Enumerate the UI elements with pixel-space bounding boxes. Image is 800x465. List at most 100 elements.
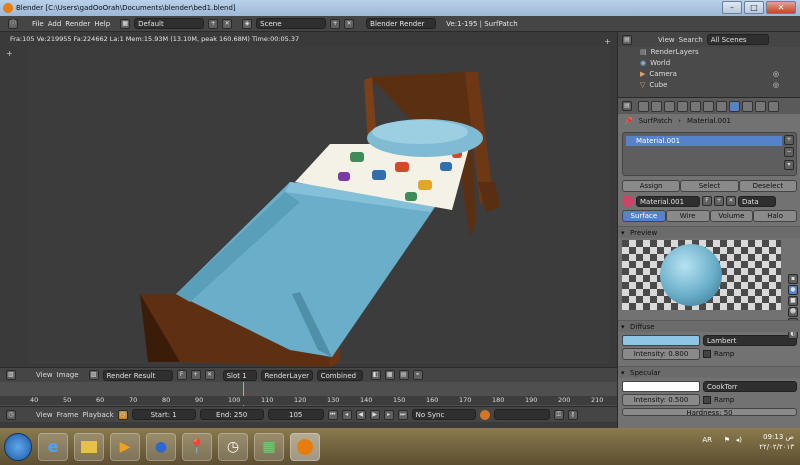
editor-type-icon[interactable]: ⓘ (8, 18, 18, 29)
play-icon[interactable]: ▶ (369, 409, 380, 420)
taskbar-messenger-icon[interactable]: ● (146, 432, 176, 461)
new-material-icon[interactable]: + (714, 196, 724, 206)
image-editor-view-menu[interactable]: View (36, 371, 53, 379)
link-data-dropdown[interactable]: Data (738, 195, 776, 207)
volume-tab[interactable]: Volume (709, 210, 754, 222)
language-indicator[interactable]: AR (702, 436, 712, 444)
render-slot-dropdown[interactable]: Slot 1 (222, 369, 257, 381)
select-button[interactable]: Select (680, 180, 739, 192)
start-button[interactable] (4, 432, 32, 461)
record-icon[interactable] (479, 409, 490, 420)
preview-panel-header[interactable]: Preview (618, 226, 800, 239)
diffuse-ramp-checkbox[interactable] (703, 350, 711, 358)
add-slot-button[interactable]: + (784, 135, 794, 145)
material-name-field[interactable]: Material.001 (636, 195, 700, 207)
play-reverse-icon[interactable]: ◀ (355, 409, 366, 420)
insert-keyframe-icon[interactable]: ⚿ (553, 409, 564, 420)
preview-flat-icon[interactable]: ▪ (788, 274, 798, 284)
remove-scene-icon[interactable]: ✕ (344, 18, 355, 29)
jump-start-icon[interactable]: ⏮ (327, 409, 338, 420)
outliner-type-icon[interactable]: ▤ (622, 34, 632, 45)
diffuse-color-swatch[interactable] (622, 335, 700, 346)
taskbar-network-icon[interactable]: ▦ (254, 432, 284, 461)
pin-icon[interactable]: 📌 (624, 117, 633, 125)
z-buffer-icon[interactable]: ▤ (398, 370, 409, 380)
tray-volume-icon[interactable]: ◂) (736, 436, 742, 444)
object-tab-icon[interactable] (677, 100, 688, 112)
close-button[interactable]: ✕ (766, 1, 796, 14)
taskbar-pin-icon[interactable]: 📍 (182, 432, 212, 461)
image-name-field[interactable]: Render Result (102, 369, 173, 381)
constraints-tab-icon[interactable] (690, 100, 701, 112)
screen-layout-field[interactable]: Default (134, 18, 205, 29)
add-screen-icon[interactable]: + (208, 18, 219, 29)
outliner-row-camera[interactable]: ▶ Camera ◎ (618, 69, 800, 80)
material-browse-icon[interactable] (622, 195, 634, 207)
taskbar-clock-app-icon[interactable]: ◷ (218, 432, 248, 461)
outliner-row-world[interactable]: ◉ World (618, 58, 800, 69)
new-image-icon[interactable]: + (190, 370, 201, 380)
preview-range-icon[interactable]: ◷ (117, 409, 128, 420)
image-fake-user-button[interactable]: F (176, 370, 187, 380)
sync-mode-dropdown[interactable]: No Sync (411, 409, 476, 420)
preview-sphere-icon[interactable]: ● (788, 285, 798, 295)
keying-set-field[interactable] (493, 409, 550, 420)
maximize-button[interactable]: □ (744, 1, 764, 14)
taskbar-media-player-icon[interactable]: ▶ (110, 432, 140, 461)
scene-field[interactable]: Scene (256, 18, 327, 29)
outliner-row-renderlayers[interactable]: ▤ RenderLayers (618, 47, 800, 58)
timeline-playback-menu[interactable]: Playback (82, 411, 113, 419)
menu-render[interactable]: Render (65, 20, 90, 28)
scene-tab-icon[interactable] (651, 100, 662, 112)
specular-intensity-slider[interactable]: Intensity: 0.500 (622, 394, 700, 406)
specular-ramp-checkbox[interactable] (703, 396, 711, 404)
fake-user-button[interactable]: F (702, 196, 712, 206)
timeline[interactable]: 40 50 60 70 80 90 100 110 120 130 140 150 160 170 180 1… (0, 382, 617, 406)
add-scene-icon[interactable]: + (330, 18, 341, 29)
halo-tab[interactable]: Halo (753, 210, 797, 222)
taskbar-blender-icon[interactable] (290, 432, 320, 461)
outliner-view-menu[interactable]: View (658, 36, 675, 44)
prev-keyframe-icon[interactable]: ◂ (341, 409, 352, 420)
deselect-button[interactable]: Deselect (738, 180, 797, 192)
menu-file[interactable]: File (32, 20, 44, 28)
texture-tab-icon[interactable] (742, 100, 753, 112)
unlink-image-icon[interactable]: ✕ (204, 370, 215, 380)
properties-type-icon[interactable]: ▤ (622, 101, 632, 111)
render-tab-icon[interactable] (638, 100, 649, 112)
minimize-button[interactable]: – (722, 1, 742, 14)
delete-keyframe-icon[interactable]: ⚷ (567, 409, 578, 420)
diffuse-shader-dropdown[interactable]: Lambert (703, 335, 797, 346)
timeline-frame-menu[interactable]: Frame (57, 411, 79, 419)
image-browse-icon[interactable]: ▨ (88, 370, 99, 380)
jump-end-icon[interactable]: ⏭ (397, 409, 408, 420)
modifiers-tab-icon[interactable] (703, 100, 714, 112)
image-editor-image-menu[interactable]: Image (57, 371, 79, 379)
menu-add[interactable]: Add (48, 20, 62, 28)
outliner-row-cube[interactable]: ▽ Cube ◎ (618, 80, 800, 91)
remove-slot-button[interactable]: − (784, 147, 794, 157)
next-keyframe-icon[interactable]: ▸ (383, 409, 394, 420)
outliner-search-menu[interactable]: Search (679, 36, 703, 44)
timeline-view-menu[interactable]: View (36, 411, 53, 419)
assign-button[interactable]: Assign (622, 180, 681, 192)
tray-flag-icon[interactable]: ⚑ (724, 436, 730, 444)
image-editor-type-icon[interactable]: ▧ (6, 370, 16, 380)
visibility-eye-icon[interactable]: ◎ (773, 69, 779, 80)
slot-menu-button[interactable]: ▾ (784, 160, 794, 170)
menu-help[interactable]: Help (94, 20, 110, 28)
particles-tab-icon[interactable] (755, 100, 766, 112)
timeline-ruler[interactable]: 40 50 60 70 80 90 100 110 120 130 140 150 160 170 180 1… (0, 396, 617, 405)
material-slot-row[interactable]: Material.001 (626, 136, 782, 146)
preview-monkey-icon[interactable]: ☻ (788, 307, 798, 317)
timeline-type-icon[interactable]: ◷ (6, 409, 16, 420)
diffuse-panel-header[interactable]: Diffuse (618, 320, 800, 333)
physics-tab-icon[interactable] (768, 100, 779, 112)
pin-image-icon[interactable]: ⌖ (412, 370, 423, 380)
surface-tab[interactable]: Surface (622, 210, 666, 222)
start-frame-field[interactable]: Start: 1 (131, 409, 196, 420)
render-viewport[interactable]: Fra:105 Ve:219955 Fa:224662 La:1 Mem:15.… (0, 32, 617, 367)
render-pass-dropdown[interactable]: Combined (316, 369, 363, 381)
specular-shader-dropdown[interactable]: CookTorr (703, 381, 797, 392)
specular-panel-header[interactable]: Specular (618, 366, 800, 379)
